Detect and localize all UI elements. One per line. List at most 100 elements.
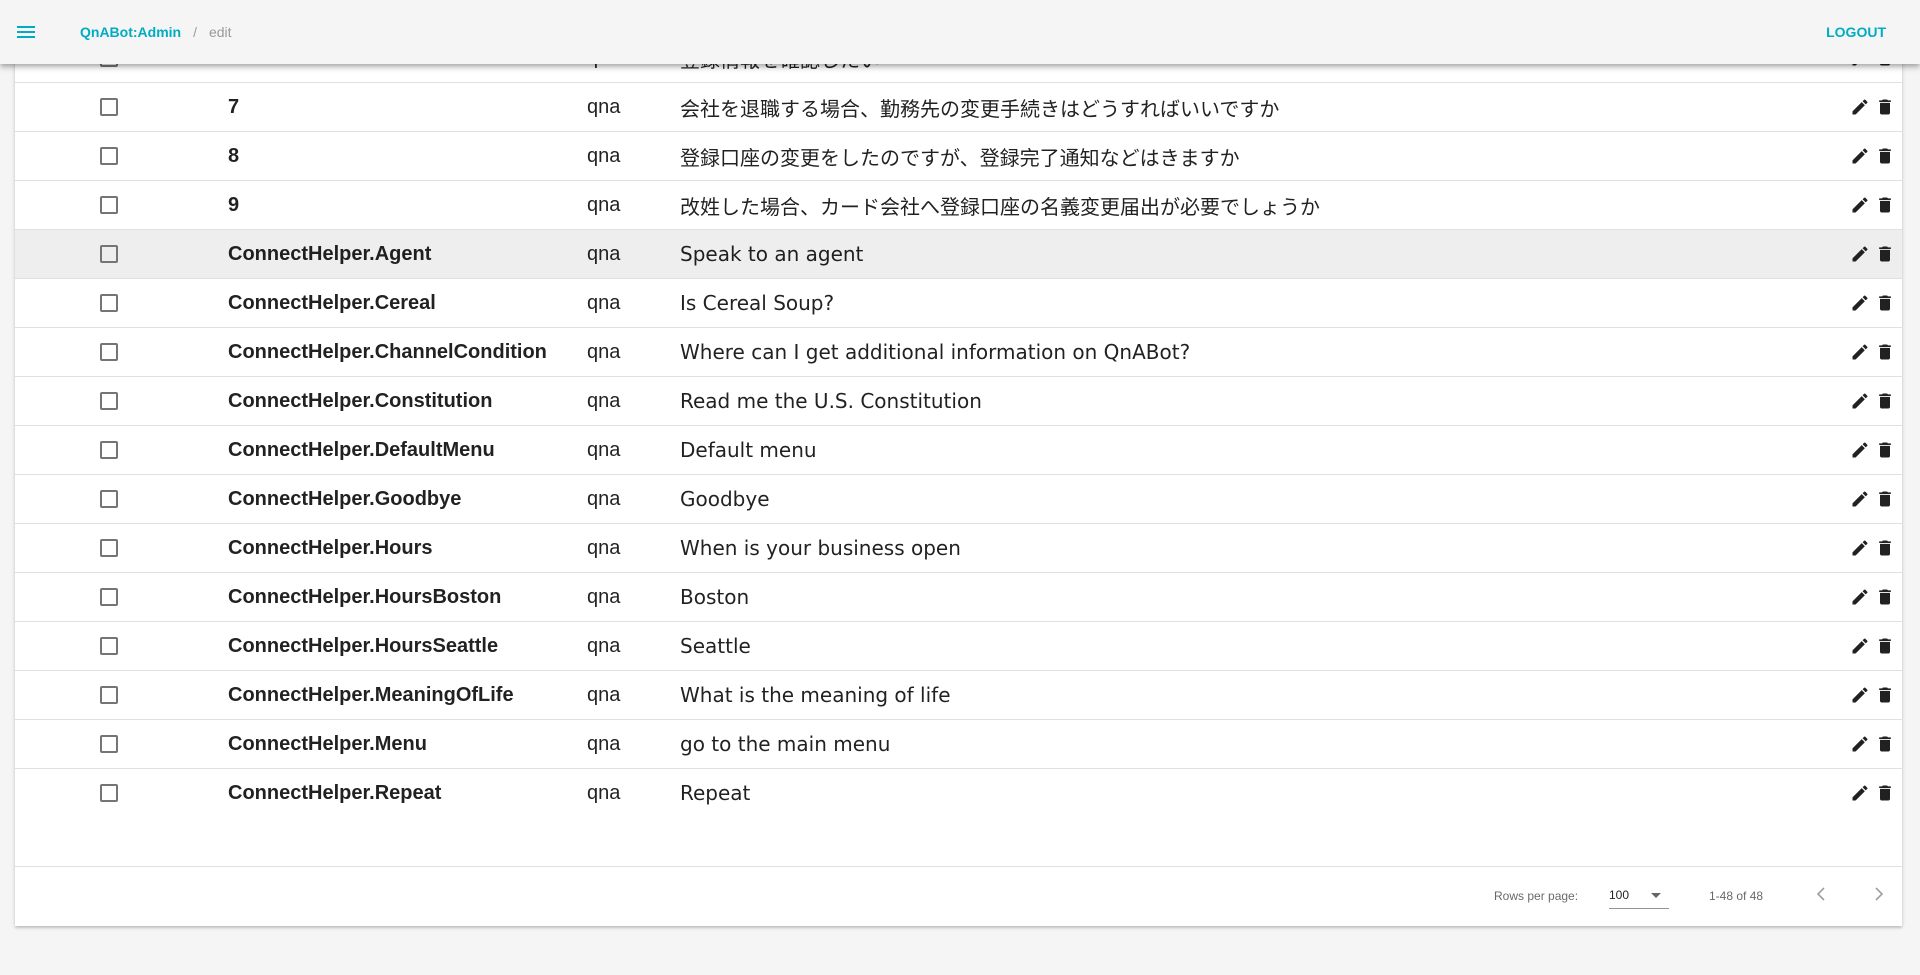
row-checkbox[interactable] [100,490,118,508]
chevron-right-icon [1875,887,1884,901]
questions-table-body: 5qna暗証番号を変更したいのですが6qna登録情報を確認したい7qna会社を退… [15,0,1902,817]
table-row[interactable]: ConnectHelper.DefaultMenu qna Default menu [15,425,1902,474]
row-question: Speak to an agent [680,242,864,266]
table-row[interactable]: ConnectHelper.ChannelCondition qna Where c… [15,327,1902,376]
rows-per-page-select[interactable]: 100 [1609,883,1669,909]
row-question: Boston [680,585,750,609]
table-row[interactable]: ConnectHelper.HoursSeattle qna Seattle [15,621,1902,670]
row-checkbox[interactable] [100,686,118,704]
pencil-icon [1850,638,1870,661]
row-qid: 8 [228,144,240,167]
trash-icon [1875,197,1895,220]
row-actions [1842,132,1902,180]
breadcrumb-root-link[interactable]: QnABot:Admin [80,24,181,40]
table-row[interactable]: ConnectHelper.Goodbye qna Goodbye [15,474,1902,523]
delete-button[interactable] [1875,342,1895,362]
table-row[interactable]: ConnectHelper.Cereal qna Is Cereal Soup? [15,278,1902,327]
edit-button[interactable] [1850,391,1870,411]
table-row[interactable]: ConnectHelper.Hours qna When is your busin… [15,523,1902,572]
delete-button[interactable] [1875,489,1895,509]
row-checkbox[interactable] [100,343,118,361]
logout-button[interactable]: LOGOUT [1826,24,1886,40]
edit-button[interactable] [1850,97,1870,117]
table-row[interactable]: ConnectHelper.HoursBoston qna Boston [15,572,1902,621]
table-row[interactable]: ConnectHelper.Repeat qna Repeat [15,768,1902,817]
row-actions [1842,83,1902,131]
row-checkbox[interactable] [100,784,118,802]
row-checkbox[interactable] [100,196,118,214]
row-qid: ConnectHelper.Menu [228,732,427,755]
edit-button[interactable] [1850,587,1870,607]
row-actions [1842,328,1902,376]
delete-button[interactable] [1875,146,1895,166]
delete-button[interactable] [1875,244,1895,264]
row-type: qna [587,781,621,804]
delete-button[interactable] [1875,783,1895,803]
row-question: What is the meaning of life [680,683,951,707]
row-checkbox[interactable] [100,98,118,116]
table-row[interactable]: ConnectHelper.Constitution qna Read me the… [15,376,1902,425]
row-checkbox[interactable] [100,539,118,557]
pencil-icon [1850,148,1870,171]
row-checkbox[interactable] [100,294,118,312]
row-checkbox[interactable] [100,392,118,410]
edit-button[interactable] [1850,146,1870,166]
row-actions [1842,475,1902,523]
edit-button[interactable] [1850,342,1870,362]
dropdown-caret-icon [1651,893,1661,898]
table-row[interactable]: ConnectHelper.MeaningOfLife qna What is th… [15,670,1902,719]
edit-button[interactable] [1850,685,1870,705]
row-type: qna [587,144,621,167]
delete-button[interactable] [1875,97,1895,117]
next-page-button[interactable] [1867,882,1891,906]
row-type: qna [587,585,621,608]
row-checkbox[interactable] [100,637,118,655]
trash-icon [1875,540,1895,563]
edit-button[interactable] [1850,538,1870,558]
row-checkbox[interactable] [100,441,118,459]
table-row[interactable]: 7 qna 会社を退職する場合、勤務先の変更手続きはどうすればいいですか [15,82,1902,131]
row-checkbox[interactable] [100,147,118,165]
row-qid: ConnectHelper.HoursBoston [228,585,502,608]
delete-button[interactable] [1875,734,1895,754]
row-qid: ConnectHelper.Cereal [228,291,436,314]
delete-button[interactable] [1875,636,1895,656]
pencil-icon [1850,736,1870,759]
edit-button[interactable] [1850,783,1870,803]
table-row[interactable]: ConnectHelper.Menu qna go to the main menu [15,719,1902,768]
edit-button[interactable] [1850,293,1870,313]
pencil-icon [1850,491,1870,514]
delete-button[interactable] [1875,195,1895,215]
previous-page-button[interactable] [1809,882,1833,906]
row-type: qna [587,193,621,216]
delete-button[interactable] [1875,685,1895,705]
edit-button[interactable] [1850,440,1870,460]
row-type: qna [587,438,621,461]
pencil-icon [1850,246,1870,269]
table-row[interactable]: 8 qna 登録口座の変更をしたのですが、登録完了通知などはきますか [15,131,1902,180]
row-actions [1842,573,1902,621]
row-checkbox[interactable] [100,245,118,263]
pencil-icon [1850,589,1870,612]
row-qid: ConnectHelper.Agent [228,242,432,265]
table-row[interactable]: ConnectHelper.Agent qna Speak to an agent [15,229,1902,278]
trash-icon [1875,295,1895,318]
delete-button[interactable] [1875,440,1895,460]
edit-button[interactable] [1850,734,1870,754]
delete-button[interactable] [1875,391,1895,411]
delete-button[interactable] [1875,293,1895,313]
row-checkbox[interactable] [100,588,118,606]
row-type: qna [587,683,621,706]
edit-button[interactable] [1850,636,1870,656]
row-checkbox[interactable] [100,735,118,753]
delete-button[interactable] [1875,538,1895,558]
edit-button[interactable] [1850,244,1870,264]
table-row[interactable]: 9 qna 改姓した場合、カード会社へ登録口座の名義変更届出が必要でしょうか [15,180,1902,229]
edit-button[interactable] [1850,195,1870,215]
menu-button[interactable] [14,20,38,44]
edit-button[interactable] [1850,489,1870,509]
rows-per-page-label: Rows per page: [1494,889,1579,903]
row-qid: ConnectHelper.HoursSeattle [228,634,499,657]
row-qid: 9 [228,193,240,216]
delete-button[interactable] [1875,587,1895,607]
